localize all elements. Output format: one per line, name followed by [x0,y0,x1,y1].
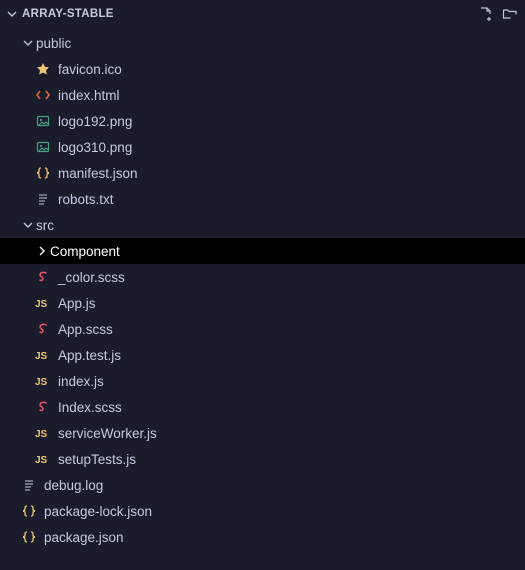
project-title: ARRAY-STABLE [22,8,477,20]
folder-label: src [36,218,54,233]
file-label: debug.log [44,478,103,493]
js-icon: JS [34,372,52,390]
file-row-app-js[interactable]: JS App.js [0,290,525,316]
file-label: package.json [44,530,124,545]
file-label: index.html [58,88,120,103]
folder-row-public[interactable]: public [0,30,525,56]
file-label: Index.scss [58,400,122,415]
new-folder-button[interactable] [501,5,519,23]
file-row-pkg[interactable]: package.json [0,524,525,550]
svg-text:JS: JS [35,455,48,466]
file-label: App.scss [58,322,113,337]
svg-text:JS: JS [35,377,48,388]
file-label: _color.scss [58,270,125,285]
sass-icon [34,320,52,338]
js-icon: JS [34,346,52,364]
folder-row-component[interactable]: Component [0,238,525,264]
html-icon [34,86,52,104]
file-row-index-js[interactable]: JS index.js [0,368,525,394]
file-row-color-scss[interactable]: _color.scss [0,264,525,290]
file-tree: public favicon.ico index.html logo192.png lo… [0,28,525,550]
new-file-button[interactable] [477,5,495,23]
sass-icon [34,398,52,416]
lines-icon [34,190,52,208]
js-icon: JS [34,450,52,468]
svg-text:JS: JS [35,351,48,362]
chevron-down-icon[interactable] [20,35,36,51]
file-row-sw[interactable]: JS serviceWorker.js [0,420,525,446]
braces-icon [34,164,52,182]
file-label: robots.txt [58,192,114,207]
lines-icon [20,476,38,494]
js-icon: JS [34,424,52,442]
sass-icon [34,268,52,286]
braces-icon [20,528,38,546]
chevron-down-icon[interactable] [20,217,36,233]
file-row-index-scss[interactable]: Index.scss [0,394,525,420]
folder-row-src[interactable]: src [0,212,525,238]
file-label: logo310.png [58,140,132,155]
svg-text:JS: JS [35,299,48,310]
file-label: logo192.png [58,114,132,129]
image-icon [34,138,52,156]
file-label: setupTests.js [58,452,136,467]
star-icon [34,60,52,78]
file-row-logo310[interactable]: logo310.png [0,134,525,160]
file-label: serviceWorker.js [58,426,157,441]
file-row-setup[interactable]: JS setupTests.js [0,446,525,472]
file-label: manifest.json [58,166,138,181]
chevron-down-icon [4,6,20,22]
file-label: App.js [58,296,96,311]
file-row-pkglock[interactable]: package-lock.json [0,498,525,524]
explorer-section-header[interactable]: ARRAY-STABLE [0,0,525,28]
file-row-logo192[interactable]: logo192.png [0,108,525,134]
chevron-right-icon[interactable] [34,243,50,259]
file-label: favicon.ico [58,62,122,77]
file-row-app-test[interactable]: JS App.test.js [0,342,525,368]
braces-icon [20,502,38,520]
file-label: package-lock.json [44,504,152,519]
file-label: index.js [58,374,104,389]
file-label: App.test.js [58,348,121,363]
folder-label: public [36,36,71,51]
file-row-app-scss[interactable]: App.scss [0,316,525,342]
file-row-favicon[interactable]: favicon.ico [0,56,525,82]
file-row-debug[interactable]: debug.log [0,472,525,498]
file-row-robots[interactable]: robots.txt [0,186,525,212]
folder-label: Component [50,244,120,259]
svg-text:JS: JS [35,429,48,440]
file-row-manifest[interactable]: manifest.json [0,160,525,186]
image-icon [34,112,52,130]
js-icon: JS [34,294,52,312]
file-row-index-html[interactable]: index.html [0,82,525,108]
